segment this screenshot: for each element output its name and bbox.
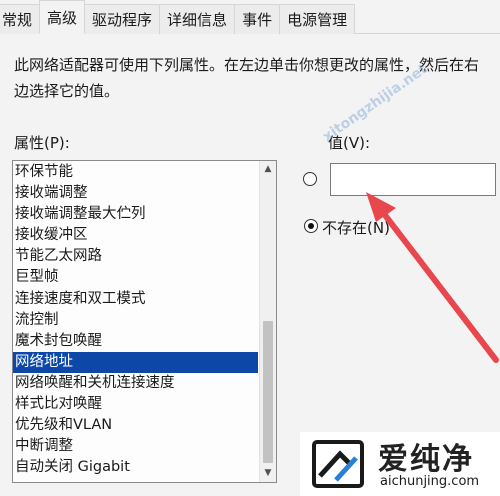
- tab-driver[interactable]: 驱动程序: [84, 4, 161, 34]
- tab-bar: 常规 高级 驱动程序 详细信息 事件 电源管理: [0, 0, 500, 34]
- tab-power-management[interactable]: 电源管理: [279, 4, 356, 34]
- property-list-item[interactable]: 优先级和VLAN: [13, 415, 258, 436]
- value-radio[interactable]: [303, 172, 317, 186]
- properties-label: 属性(P):: [14, 134, 70, 152]
- value-input[interactable]: [330, 163, 496, 196]
- property-list-item[interactable]: 连接速度和双工模式: [13, 289, 258, 310]
- tab-details[interactable]: 详细信息: [159, 4, 236, 34]
- property-list-item[interactable]: 流控制: [13, 310, 258, 331]
- property-list-item[interactable]: 网络唤醒和关机连接速度: [13, 373, 258, 394]
- property-list-item[interactable]: 样式比对唤醒: [13, 394, 258, 415]
- property-list-item[interactable]: 接收缓冲区: [13, 225, 258, 246]
- property-list-item[interactable]: 中断调整: [13, 436, 258, 457]
- not-present-label: 不存在(N): [322, 219, 390, 237]
- scroll-up-icon[interactable]: ▲: [260, 161, 276, 178]
- property-list-item[interactable]: 节能乙太网路: [13, 246, 258, 267]
- property-list-item[interactable]: 接收端调整: [13, 183, 258, 204]
- not-present-radio[interactable]: [304, 219, 318, 233]
- tab-events[interactable]: 事件: [234, 4, 281, 34]
- properties-list: 环保节能 接收端调整 接收端调整最大伫列 接收缓冲区 节能乙太网路 巨型帧 连接速度和双工模…: [13, 162, 258, 478]
- site-logo: 爱纯净 aichunjing.com: [300, 432, 500, 496]
- properties-scrollbar[interactable]: ▲ ▼: [259, 161, 276, 482]
- logo-text: 爱纯净: [378, 442, 474, 477]
- property-list-item[interactable]: 巨型帧: [13, 267, 258, 288]
- scroll-down-icon[interactable]: ▼: [260, 465, 276, 482]
- tab-advanced[interactable]: 高级: [39, 0, 86, 34]
- property-list-item[interactable]: 接收端调整最大伫列: [13, 204, 258, 225]
- property-list-item[interactable]: 魔术封包唤醒: [13, 331, 258, 352]
- properties-listbox[interactable]: 环保节能 接收端调整 接收端调整最大伫列 接收缓冲区 节能乙太网路 巨型帧 连接速度和双工模…: [12, 160, 277, 483]
- scrollbar-thumb[interactable]: [263, 321, 273, 463]
- property-list-item[interactable]: 自动关闭 Gigabit: [13, 457, 258, 478]
- tab-general[interactable]: 常规: [0, 4, 41, 34]
- property-list-item[interactable]: 环保节能: [13, 162, 258, 183]
- property-list-item[interactable]: 网络地址: [13, 351, 258, 373]
- logo-mark-icon: [312, 440, 364, 488]
- logo-url: aichunjing.com: [380, 474, 480, 489]
